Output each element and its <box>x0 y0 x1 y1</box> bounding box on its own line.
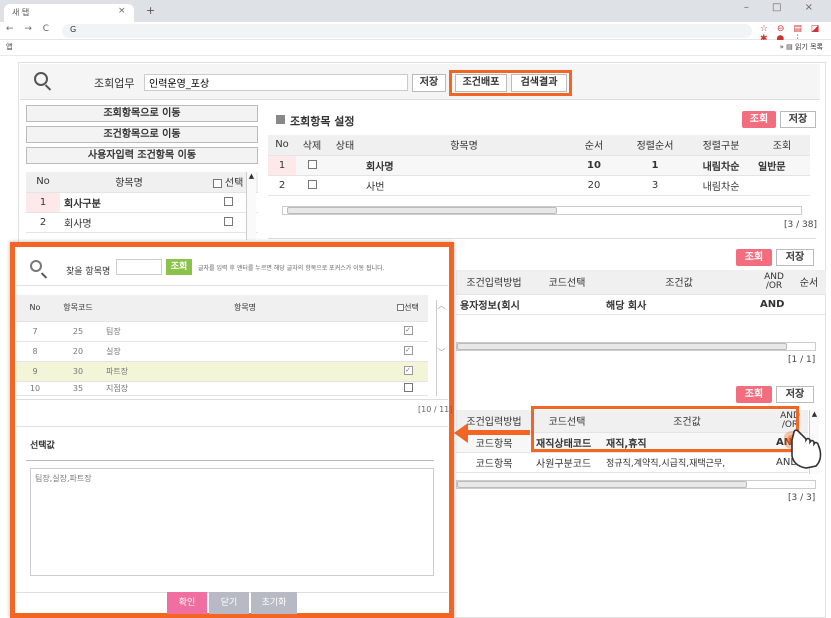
query-button[interactable]: 조회 <box>742 111 776 128</box>
popup-pager: [10 / 11] <box>418 405 453 414</box>
reset-button[interactable]: 초기화 <box>251 592 297 614</box>
save-button[interactable]: 저장 <box>412 74 446 92</box>
table-row[interactable]: 용자정보(회시 해당 회사 AND <box>456 294 826 315</box>
table-row[interactable]: 8 20 실장 ✓ <box>16 341 428 362</box>
hand-pointer-icon <box>784 429 822 469</box>
query-save-button[interactable]: 저장 <box>780 111 816 128</box>
find-input[interactable] <box>116 259 162 275</box>
query-table: No 삭제 상태 항목명 순서 정렬순서 정렬구분 조회 1 회사명 10 1 … <box>268 135 810 196</box>
row-checkbox[interactable] <box>403 383 413 392</box>
query-input[interactable] <box>144 74 408 91</box>
table-row[interactable]: 2 사번 20 3 내림차순 <box>268 175 810 196</box>
cond-query-button[interactable]: 조회 <box>736 249 772 266</box>
row-checkbox[interactable] <box>223 197 233 206</box>
divider <box>16 399 448 400</box>
find-label: 찾을 항목명 <box>66 267 111 277</box>
user-pager: [3 / 3] <box>788 493 816 503</box>
divider <box>16 285 448 286</box>
selected-label: 선택값 <box>30 441 55 451</box>
section-bullet-icon <box>276 115 285 124</box>
row-checkbox[interactable] <box>223 217 233 226</box>
highlight-box <box>531 406 799 452</box>
query-section-title: 조회항목 설정 <box>290 115 355 128</box>
cond-save-button[interactable]: 저장 <box>776 249 814 266</box>
popup-scrollbar[interactable]: ︿ ﹀ <box>436 300 446 396</box>
select-all-checkbox[interactable] <box>212 178 222 188</box>
delete-checkbox[interactable] <box>307 160 317 169</box>
divider <box>16 426 448 427</box>
cond-hscrollbar[interactable] <box>456 342 816 351</box>
move-user-cond-button[interactable]: 사용자입력 조건항목 이동 <box>26 147 258 164</box>
tab-close-icon[interactable]: × <box>118 6 126 16</box>
table-row[interactable]: 1 회사구분 <box>26 192 258 213</box>
divider <box>268 238 816 239</box>
browser-tab[interactable]: 새 탭 <box>4 4 134 22</box>
tab-title: 새 탭 <box>12 8 30 17</box>
table-row[interactable]: 2 회사명 <box>26 212 258 233</box>
new-tab-button[interactable]: + <box>146 4 155 17</box>
bookmarks-bar <box>0 40 831 56</box>
move-to-query-button[interactable]: 조회항목으로 이동 <box>26 105 258 122</box>
cond-table: 조건입력방법 코드선택 조건값 AND /OR 순서 용자정보(회시 해당 회사… <box>456 270 826 315</box>
reading-list[interactable]: » ▤ 읽기 목록 <box>780 42 823 52</box>
find-button[interactable]: 조회 <box>166 259 192 275</box>
user-save-button[interactable]: 저장 <box>776 386 814 403</box>
table-row[interactable]: 7 25 팀장 ✓ <box>16 321 428 342</box>
table-row[interactable]: 1 회사명 10 1 내림차순 일반문 <box>268 155 810 176</box>
move-to-cond-button[interactable]: 조건항목으로 이동 <box>26 126 258 143</box>
search-icon <box>30 260 42 272</box>
address-bar[interactable]: G <box>62 24 752 38</box>
arrow-line <box>468 430 530 435</box>
close-button[interactable]: 닫기 <box>209 592 249 614</box>
apps-bookmark[interactable]: 앱 <box>6 42 12 52</box>
find-hint: 글자를 입력 후 엔터를 누르면 해당 글자의 항목으로 포커스가 이동 됩니다… <box>198 265 385 272</box>
confirm-button[interactable]: 확인 <box>167 592 207 614</box>
delete-checkbox[interactable] <box>307 180 317 189</box>
search-result-button[interactable]: 검색결과 <box>511 74 567 92</box>
search-icon[interactable] <box>34 72 48 86</box>
selected-value-textarea[interactable]: 팀장,실장,파트장 <box>30 468 434 576</box>
user-query-button[interactable]: 조회 <box>736 386 772 403</box>
table-row[interactable]: 10 35 지점장 <box>16 381 428 396</box>
table-row[interactable]: 9 30 파트장 ✓ <box>16 361 428 382</box>
query-label: 조회업무 <box>94 77 135 90</box>
col-no: No <box>26 172 60 193</box>
divider <box>26 460 434 461</box>
cond-pager: [1 / 1] <box>788 355 816 365</box>
row-checkbox[interactable]: ✓ <box>403 346 413 355</box>
left-scrollbar[interactable]: ▲ <box>246 172 256 240</box>
popup-table: No 항목코드 항목명 선택 7 25 팀장 ✓ 8 20 실장 ✓ 9 30 파트장 ✓ 10 3… <box>16 295 428 396</box>
cond-deploy-button[interactable]: 조건배포 <box>455 74 507 92</box>
item-table: No 항목명 선택 1 회사구분 2 회사명 <box>26 172 258 233</box>
query-hscrollbar[interactable] <box>282 206 802 215</box>
row-checkbox[interactable]: ✓ <box>403 326 413 335</box>
nav-buttons[interactable]: ← → C <box>6 24 53 34</box>
user-hscrollbar[interactable] <box>456 480 816 489</box>
col-name: 항목명 <box>60 172 198 193</box>
row-checkbox[interactable]: ✓ <box>403 366 413 375</box>
table-row[interactable]: 코드항목 사원구분코드 정규직,계약직,시급직,재택근무, AND <box>456 452 808 473</box>
arrow-icon <box>454 423 468 443</box>
query-pager: [3 / 38] <box>784 220 817 230</box>
window-controls[interactable]: – □ × <box>744 2 823 13</box>
